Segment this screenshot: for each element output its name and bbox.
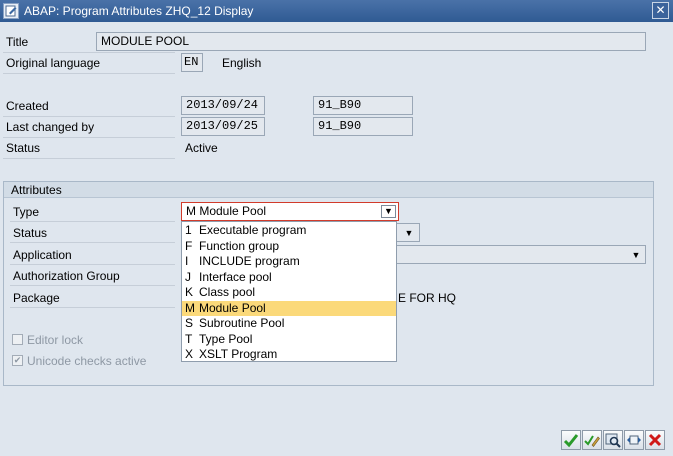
changed-date-field[interactable]: 2013/09/25 [181,117,265,136]
type-option-key: 1 [185,223,192,237]
authorization-group-label: Authorization Group [13,269,120,283]
close-icon[interactable]: ✕ [652,2,669,19]
window-title-bar: ABAP: Program Attributes ZHQ_12 Display … [0,0,673,22]
search-button[interactable] [603,430,623,450]
type-option[interactable]: F Function group [182,239,396,254]
type-option-text: Type Pool [199,331,253,346]
type-dropdown-list[interactable]: 1 Executable program F Function group I INCLU… [181,221,397,362]
type-option-text: Interface pool [199,269,272,284]
status-combo-tail[interactable]: ▼ [397,223,420,242]
type-option-text: INCLUDE program [199,254,300,268]
type-combobox-value: M Module Pool [186,204,267,218]
switch-button[interactable] [624,430,644,450]
application-combo-tail[interactable]: ▼ [397,245,646,264]
type-option[interactable]: M Module Pool [182,300,396,316]
cancel-button[interactable] [645,430,665,450]
created-label: Created [6,99,49,113]
label-underline [10,264,175,265]
package-label: Package [13,291,60,305]
created-date-field[interactable]: 2013/09/24 [181,96,265,115]
editor-lock-checkbox[interactable] [12,334,23,345]
chevron-down-icon[interactable]: ▼ [403,227,415,239]
type-option-key: I [185,254,189,268]
type-option-text: Class pool [199,285,256,299]
last-changed-label: Last changed by [6,120,95,134]
type-option-key: S [185,316,194,330]
label-underline [10,221,175,222]
type-option-key: X [185,347,194,361]
title-label: Title [6,35,29,49]
type-option[interactable]: T Type Pool [182,332,396,347]
original-language-code[interactable]: EN [181,53,203,72]
attr-status-label: Status [13,226,48,240]
attributes-group-title: Attributes [11,183,62,197]
title-field[interactable]: MODULE POOL [96,32,646,51]
application-label: Application [13,248,72,262]
type-option-key: T [185,331,193,346]
type-option-text: XSLT Program [199,347,278,361]
chevron-down-icon[interactable]: ▼ [381,205,396,218]
type-option-text: Module Pool [199,300,266,315]
label-underline [3,52,175,53]
unicode-checks-checkbox[interactable]: ✔ [12,355,23,366]
original-language-name: English [222,56,262,70]
editor-lock-label: Editor lock [27,333,84,347]
type-option-text: Subroutine Pool [199,316,285,330]
type-option[interactable]: I INCLUDE program [182,254,396,269]
label-underline [10,285,175,286]
edit-icon [584,435,600,447]
type-option-key: M [185,300,195,315]
chevron-down-icon[interactable]: ▼ [630,249,642,261]
unicode-checks-label: Unicode checks active [27,354,147,368]
status-value: Active [185,141,218,155]
created-by-field[interactable]: 91_B90 [313,96,413,115]
label-underline [3,116,175,117]
type-option-text: Executable program [199,223,307,237]
status-label: Status [6,141,41,155]
type-option-text: Function group [199,238,280,253]
type-option-key: F [185,238,193,253]
window-title: ABAP: Program Attributes ZHQ_12 Display [24,4,254,18]
label-underline [10,242,175,243]
attributes-group-header: Attributes [4,182,653,198]
original-language-label: Original language [6,56,101,70]
confirm-button[interactable] [561,430,581,450]
type-label: Type [13,205,40,219]
confirm-icon [563,434,579,448]
edit-document-icon [3,3,19,19]
type-option-key: J [185,269,191,284]
type-option[interactable]: S Subroutine Pool [182,316,396,331]
package-value: E FOR HQ [398,291,457,305]
search-icon [605,433,621,448]
edit-button[interactable] [582,430,602,450]
type-option[interactable]: J Interface pool [182,270,396,285]
label-underline [3,73,175,74]
type-option[interactable]: 1 Executable program [182,223,396,238]
cancel-icon [648,433,662,447]
changed-by-field[interactable]: 91_B90 [313,117,413,136]
label-underline [10,307,175,308]
label-underline [3,158,175,159]
label-underline [3,137,175,138]
type-combobox[interactable]: M Module Pool ▼ [181,202,399,221]
type-option-key: K [185,285,194,299]
type-option[interactable]: X XSLT Program [182,347,396,362]
type-option[interactable]: K Class pool [182,285,396,300]
switch-icon [627,435,641,445]
